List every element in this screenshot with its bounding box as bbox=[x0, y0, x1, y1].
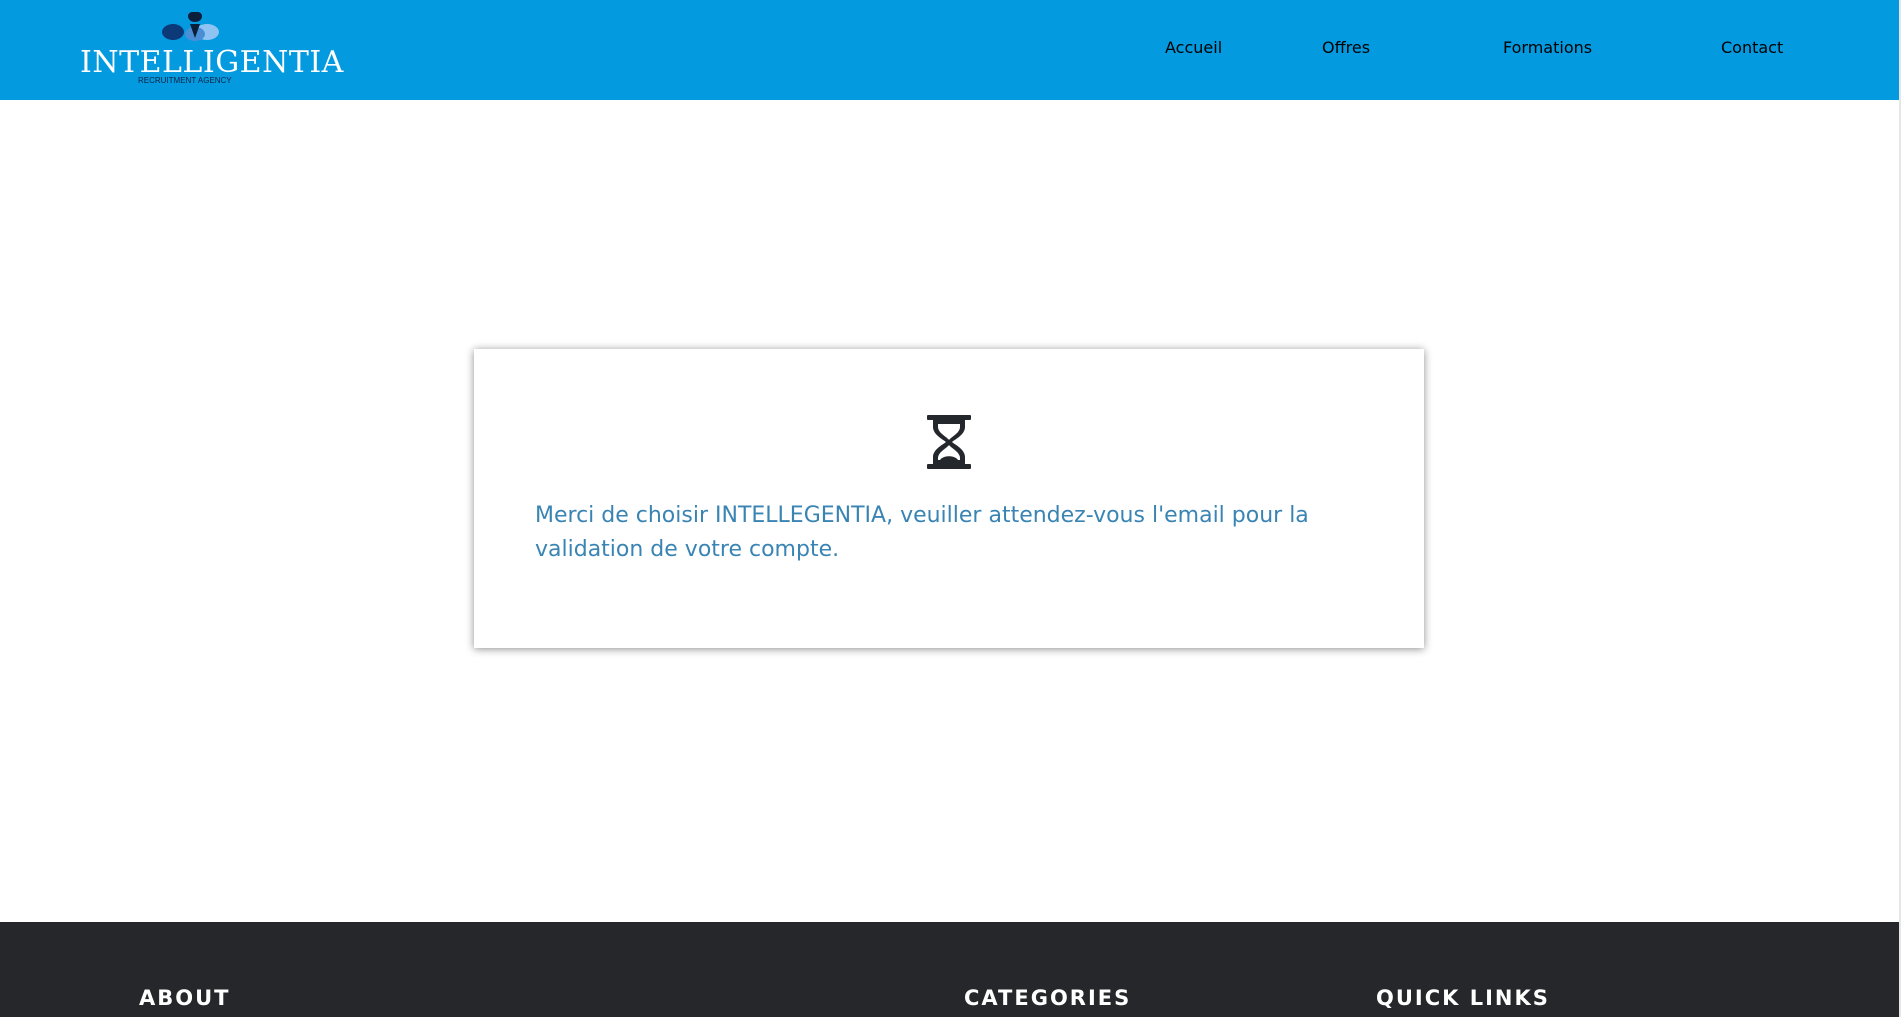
nav-item-label: Accueil bbox=[1165, 38, 1223, 57]
brand-logo[interactable]: INTELLIGENTIA RECRUITMENT AGENCY bbox=[80, 10, 343, 90]
hourglass-icon bbox=[927, 415, 971, 469]
pending-validation-card: Merci de choisir INTELLEGENTIA, veuiller… bbox=[474, 349, 1424, 648]
validation-message: Merci de choisir INTELLEGENTIA, veuiller… bbox=[535, 503, 1309, 562]
brand-wordmark: INTELLIGENTIA bbox=[80, 45, 344, 80]
footer-title-about: ABOUT bbox=[139, 986, 231, 1010]
page: INTELLIGENTIA RECRUITMENT AGENCY Accueil… bbox=[0, 0, 1901, 1017]
logo-drops-icon bbox=[162, 12, 219, 41]
nav-item-label: Offres bbox=[1322, 38, 1371, 57]
nav-item-label: Formations bbox=[1503, 38, 1593, 57]
footer: ABOUT CATEGORIES QUICK LINKS bbox=[0, 922, 1900, 1017]
nav-item-contact[interactable]: Contact bbox=[1721, 38, 1783, 57]
nav-item-label: Contact bbox=[1721, 38, 1784, 57]
footer-title-categories: CATEGORIES bbox=[964, 986, 1132, 1010]
navbar: INTELLIGENTIA RECRUITMENT AGENCY Accueil… bbox=[0, 0, 1900, 100]
footer-title-quick-links: QUICK LINKS bbox=[1376, 986, 1550, 1010]
nav-item-formations[interactable]: Formations bbox=[1503, 38, 1592, 57]
nav-item-accueil[interactable]: Accueil bbox=[1165, 38, 1222, 57]
nav-item-offres[interactable]: Offres bbox=[1322, 38, 1370, 57]
brand-tagline: RECRUITMENT AGENCY bbox=[138, 76, 232, 85]
